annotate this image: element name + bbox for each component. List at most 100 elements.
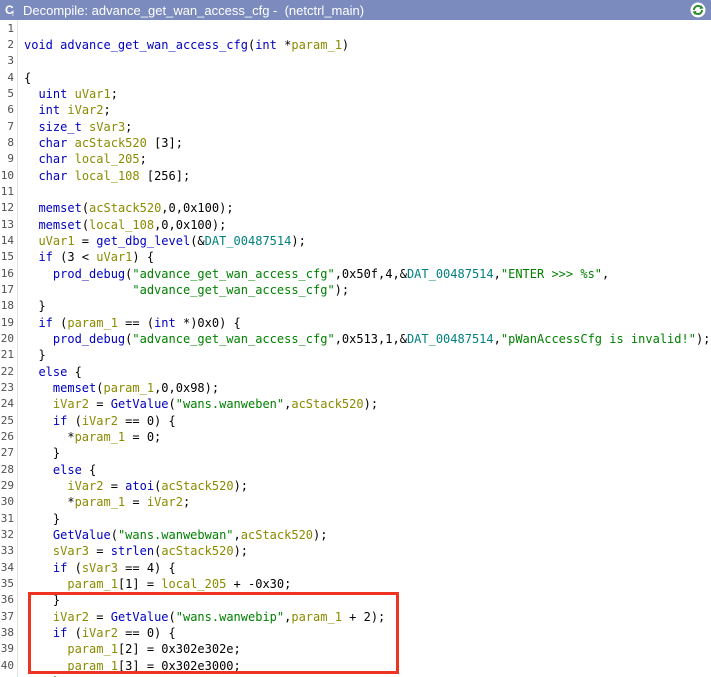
line-number: 16 bbox=[0, 266, 14, 280]
code-token: int bbox=[154, 315, 176, 330]
code-token[interactable]: GetValue bbox=[53, 528, 111, 542]
code-line[interactable]: 11 bbox=[0, 184, 711, 200]
code-token[interactable]: iVar2 bbox=[53, 397, 89, 411]
code-token[interactable]: acStack520 bbox=[291, 397, 363, 411]
code-line[interactable]: 15 if (3 < uVar1) { bbox=[0, 249, 711, 265]
code-token[interactable]: param_1 bbox=[104, 381, 155, 395]
code-line[interactable]: 17 "advance_get_wan_access_cfg"); bbox=[0, 282, 711, 298]
code-token[interactable]: param_1 bbox=[75, 430, 126, 444]
code-token[interactable]: param_1 bbox=[67, 577, 118, 591]
code-token[interactable]: iVar2 bbox=[82, 414, 118, 428]
code-token[interactable]: iVar2 bbox=[67, 103, 103, 117]
code-token[interactable]: DAT_00487514 bbox=[205, 234, 292, 248]
line-number: 5 bbox=[7, 86, 14, 100]
code-token[interactable]: atoi bbox=[125, 479, 154, 493]
code-token[interactable]: prod_debug bbox=[53, 332, 125, 346]
code-token[interactable]: memset bbox=[38, 218, 81, 232]
code-token[interactable]: local_205 bbox=[161, 577, 226, 591]
code-text: char acStack520 [3]; bbox=[24, 135, 183, 151]
line-number: 37 bbox=[0, 609, 14, 623]
code-line[interactable]: 9 char local_205; bbox=[0, 151, 711, 167]
code-text: if (iVar2 == 0) { bbox=[24, 413, 176, 429]
code-token: ,0,0x98); bbox=[154, 380, 220, 395]
code-token[interactable]: acStack520 bbox=[75, 136, 147, 150]
code-line[interactable]: 25 if (iVar2 == 0) { bbox=[0, 412, 711, 428]
code-line[interactable]: 13 memset(local_108,0,0x100); bbox=[0, 216, 711, 232]
code-line[interactable]: 10 char local_108 [256]; bbox=[0, 167, 711, 183]
code-line[interactable]: 3 bbox=[0, 53, 711, 69]
code-text: else { bbox=[24, 364, 81, 380]
line-number: 3 bbox=[7, 54, 14, 68]
code-token[interactable]: param_1 bbox=[291, 38, 342, 52]
code-token[interactable]: advance_get_wan_access_cfg bbox=[60, 38, 248, 52]
code-token[interactable]: acStack520 bbox=[161, 479, 233, 493]
code-token[interactable]: sVar3 bbox=[89, 120, 125, 134]
code-line[interactable]: 16 prod_debug("advance_get_wan_access_cf… bbox=[0, 265, 711, 281]
code-line[interactable]: 28 else { bbox=[0, 461, 711, 477]
code-text: void advance_get_wan_access_cfg(int *par… bbox=[24, 37, 349, 53]
code-line[interactable]: 4{ bbox=[0, 69, 711, 85]
code-token: { bbox=[24, 70, 32, 85]
code-token[interactable]: get_dbg_level bbox=[96, 234, 190, 248]
code-text: } bbox=[24, 347, 45, 363]
code-token[interactable]: param_1 bbox=[67, 316, 118, 330]
refresh-icon[interactable] bbox=[689, 1, 707, 19]
decompiler-code-view[interactable]: 1 2 void advance_get_wan_access_cfg(int *p… bbox=[0, 20, 711, 677]
code-line[interactable]: 12 memset(acStack520,0,0x100); bbox=[0, 200, 711, 216]
code-token[interactable]: uVar1 bbox=[75, 87, 111, 101]
code-token[interactable]: iVar2 bbox=[67, 479, 103, 493]
code-token[interactable]: memset bbox=[53, 381, 96, 395]
line-number: 2 bbox=[7, 37, 14, 51]
code-token[interactable]: DAT_00487514 bbox=[407, 332, 494, 346]
code-line[interactable]: 27 } bbox=[0, 445, 711, 461]
code-line[interactable]: 2 void advance_get_wan_access_cfg(int *pa… bbox=[0, 37, 711, 53]
code-token[interactable]: local_205 bbox=[75, 152, 140, 166]
code-line[interactable]: 20 prod_debug("advance_get_wan_access_cf… bbox=[0, 331, 711, 347]
code-line[interactable]: 23 memset(param_1,0,0x98); bbox=[0, 380, 711, 396]
code-token[interactable]: uVar1 bbox=[38, 234, 74, 248]
code-line[interactable]: 21 } bbox=[0, 347, 711, 363]
code-token[interactable]: GetValue bbox=[111, 397, 169, 411]
code-token: ) { bbox=[132, 250, 155, 265]
code-token[interactable]: sVar3 bbox=[82, 561, 118, 575]
code-line[interactable]: 5 uint uVar1; bbox=[0, 86, 711, 102]
code-token: if bbox=[38, 250, 53, 265]
code-token[interactable]: acStack520 bbox=[89, 201, 161, 215]
code-line[interactable]: 34 if (sVar3 == 4) { bbox=[0, 559, 711, 575]
code-token: } bbox=[24, 511, 61, 526]
code-text: *param_1 = 0; bbox=[24, 429, 161, 445]
code-line[interactable]: 31 } bbox=[0, 510, 711, 526]
code-token[interactable]: param_1 bbox=[75, 495, 126, 509]
code-line[interactable]: 19 if (param_1 == (int *)0x0) { bbox=[0, 314, 711, 330]
code-line[interactable]: 24 iVar2 = GetValue("wans.wanweben",acSt… bbox=[0, 396, 711, 412]
code-line[interactable]: 33 sVar3 = strlen(acStack520); bbox=[0, 543, 711, 559]
code-line[interactable]: 30 *param_1 = iVar2; bbox=[0, 494, 711, 510]
code-token[interactable]: prod_debug bbox=[53, 267, 125, 281]
code-line[interactable]: 6 int iVar2; bbox=[0, 102, 711, 118]
code-token[interactable]: strlen bbox=[111, 544, 154, 558]
code-line[interactable]: 35 param_1[1] = local_205 + -0x30; bbox=[0, 576, 711, 592]
code-token[interactable]: uVar1 bbox=[96, 250, 132, 264]
code-token[interactable]: iVar2 bbox=[147, 495, 183, 509]
code-line[interactable]: 22 else { bbox=[0, 363, 711, 379]
code-line[interactable]: 7 size_t sVar3; bbox=[0, 118, 711, 134]
code-line[interactable]: 26 *param_1 = 0; bbox=[0, 429, 711, 445]
code-line[interactable]: 14 uVar1 = get_dbg_level(&DAT_00487514); bbox=[0, 233, 711, 249]
code-line[interactable]: 18 } bbox=[0, 298, 711, 314]
code-token[interactable]: acStack520 bbox=[241, 528, 313, 542]
code-line[interactable]: 1 bbox=[0, 21, 711, 37]
code-token[interactable]: sVar3 bbox=[53, 544, 89, 558]
code-line[interactable]: 32 GetValue("wans.wanwebwan",acStack520)… bbox=[0, 527, 711, 543]
code-token[interactable]: local_108 bbox=[89, 218, 154, 232]
code-token[interactable]: memset bbox=[38, 201, 81, 215]
code-token[interactable]: DAT_00487514 bbox=[407, 267, 494, 281]
code-token[interactable]: local_108 bbox=[75, 169, 140, 183]
code-token: = bbox=[125, 495, 147, 510]
code-line[interactable]: 29 iVar2 = atoi(acStack520); bbox=[0, 478, 711, 494]
code-line[interactable]: 8 char acStack520 [3]; bbox=[0, 135, 711, 151]
code-token[interactable]: acStack520 bbox=[161, 544, 233, 558]
